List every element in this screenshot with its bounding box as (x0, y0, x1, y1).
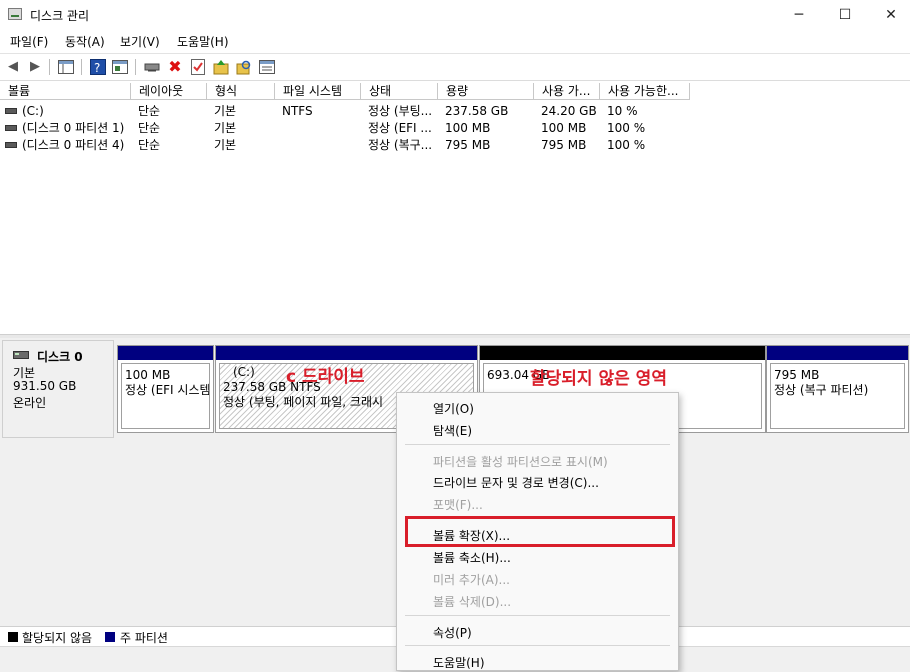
forward-arrow-icon[interactable]: ▶ (26, 58, 44, 76)
table-row[interactable]: (디스크 0 파티션 4) 단순 기본 정상 (복구... 795 MB 795… (0, 137, 700, 154)
cell-percent-free: 100 % (607, 138, 646, 152)
menu-item-explore[interactable]: 탐색(E) (433, 422, 472, 439)
menu-item-help[interactable]: 도움말(H) (433, 654, 485, 671)
primary-partition-bar (767, 346, 908, 360)
cell-free-space: 795 MB (541, 138, 587, 152)
partition-size: 795 MB (774, 368, 820, 382)
drive-icon (5, 108, 17, 114)
disk-icon (13, 351, 29, 359)
legend-primary-swatch (105, 632, 115, 642)
menu-item-shrink-volume[interactable]: 볼륨 축소(H)... (433, 549, 511, 566)
cell-volume: (디스크 0 파티션 4) (22, 138, 125, 152)
legend-primary-label: 주 파티션 (120, 631, 168, 645)
annotation-c-drive: c 드라이브 (286, 367, 365, 387)
partition-size: 100 MB (125, 368, 171, 382)
menu-bar: 파일(F) 동작(A) 보기(V) 도움말(H) (0, 30, 910, 52)
partition-recovery[interactable]: 795 MB 정상 (복구 파티션) (766, 345, 909, 433)
col-header-free-space[interactable]: 사용 가... (534, 83, 600, 100)
cell-type: 기본 (214, 138, 237, 152)
legend-unallocated-label: 할당되지 않음 (22, 631, 93, 645)
extend-volume-highlight (405, 516, 675, 547)
col-header-capacity[interactable]: 용량 (438, 83, 534, 100)
legend-unallocated-swatch (8, 632, 18, 642)
toolbar: ◀ ▶ ? ✖ (0, 53, 910, 81)
cell-status: 정상 (EFI ... (368, 121, 432, 135)
col-header-layout[interactable]: 레이아웃 (131, 83, 207, 100)
primary-partition-bar (216, 346, 477, 360)
cell-volume: (C:) (22, 104, 44, 118)
close-button[interactable]: ✕ (868, 0, 910, 30)
disk-status: 온라인 (13, 396, 47, 410)
disk-name: 디스크 0 (37, 350, 83, 364)
title-bar: 디스크 관리 ─ ☐ ✕ (0, 0, 910, 30)
col-header-status[interactable]: 상태 (361, 83, 438, 100)
cell-capacity: 100 MB (445, 121, 491, 135)
search-folder-icon[interactable] (235, 58, 253, 76)
table-row[interactable]: (C:) 단순 기본 NTFS 정상 (부팅... 237.58 GB 24.2… (0, 103, 700, 120)
col-header-volume[interactable]: 볼륨 (0, 83, 131, 100)
disk-management-icon (8, 8, 22, 20)
cell-percent-free: 100 % (607, 121, 646, 135)
menu-view[interactable]: 보기(V) (120, 33, 160, 50)
col-header-type[interactable]: 형식 (207, 83, 275, 100)
annotation-unallocated: 할당되지 않은 영역 (530, 369, 667, 389)
volume-list-header: 볼륨 레이아웃 형식 파일 시스템 상태 용량 사용 가... 사용 가능한..… (0, 83, 910, 101)
partition-efi[interactable]: 100 MB 정상 (EFI 시스템 (117, 345, 214, 433)
cell-type: 기본 (214, 121, 237, 135)
check-properties-icon[interactable] (189, 58, 207, 76)
drive-icon (5, 142, 17, 148)
partition-desc: 정상 (복구 파티션) (774, 383, 869, 397)
help-icon[interactable]: ? (89, 58, 107, 76)
cell-type: 기본 (214, 104, 237, 118)
list-view-icon[interactable] (258, 58, 276, 76)
cell-free-space: 100 MB (541, 121, 587, 135)
delete-icon[interactable]: ✖ (166, 58, 184, 76)
cell-capacity: 795 MB (445, 138, 491, 152)
menu-item-add-mirror: 미러 추가(A)... (433, 573, 510, 587)
connect-drive-icon[interactable] (143, 58, 161, 76)
up-folder-icon[interactable] (212, 58, 230, 76)
cell-layout: 단순 (138, 138, 161, 152)
cell-free-space: 24.20 GB (541, 104, 597, 118)
table-row[interactable]: (디스크 0 파티션 1) 단순 기본 정상 (EFI ... 100 MB 1… (0, 120, 700, 137)
menu-item-change-drive-letter[interactable]: 드라이브 문자 및 경로 변경(C)... (433, 474, 599, 491)
svg-text:?: ? (94, 61, 100, 75)
menu-item-open[interactable]: 열기(O) (433, 400, 474, 417)
cell-percent-free: 10 % (607, 104, 638, 118)
menu-help[interactable]: 도움말(H) (177, 33, 229, 50)
minimize-button[interactable]: ─ (776, 0, 822, 30)
col-header-percent-free[interactable]: 사용 가능한... (600, 83, 690, 100)
back-arrow-icon[interactable]: ◀ (4, 58, 22, 76)
cell-layout: 단순 (138, 121, 161, 135)
menu-action[interactable]: 동작(A) (65, 33, 105, 50)
menu-item-properties[interactable]: 속성(P) (433, 624, 472, 641)
disk-size: 931.50 GB (13, 379, 77, 393)
cell-volume: (디스크 0 파티션 1) (22, 121, 125, 135)
col-header-filesystem[interactable]: 파일 시스템 (275, 83, 361, 100)
menu-item-delete-volume: 볼륨 삭제(D)... (433, 595, 512, 609)
cell-filesystem: NTFS (282, 104, 313, 118)
menu-item-format: 포맷(F)... (433, 498, 483, 512)
menu-file[interactable]: 파일(F) (10, 33, 48, 50)
drive-icon (5, 125, 17, 131)
cell-status: 정상 (부팅... (368, 104, 433, 118)
unallocated-bar (480, 346, 765, 360)
disk-label[interactable]: 디스크 0 기본 931.50 GB 온라인 (2, 340, 114, 438)
console-tree-icon[interactable] (57, 58, 75, 76)
maximize-button[interactable]: ☐ (822, 0, 868, 30)
partition-desc: 정상 (EFI 시스템 (125, 383, 210, 397)
menu-item-mark-active: 파티션을 활성 파티션으로 표시(M) (433, 455, 608, 469)
cell-status: 정상 (복구... (368, 138, 433, 152)
cell-capacity: 237.58 GB (445, 104, 509, 118)
window-title: 디스크 관리 (30, 9, 90, 23)
properties-view-icon[interactable] (111, 58, 129, 76)
cell-layout: 단순 (138, 104, 161, 118)
primary-partition-bar (118, 346, 213, 360)
